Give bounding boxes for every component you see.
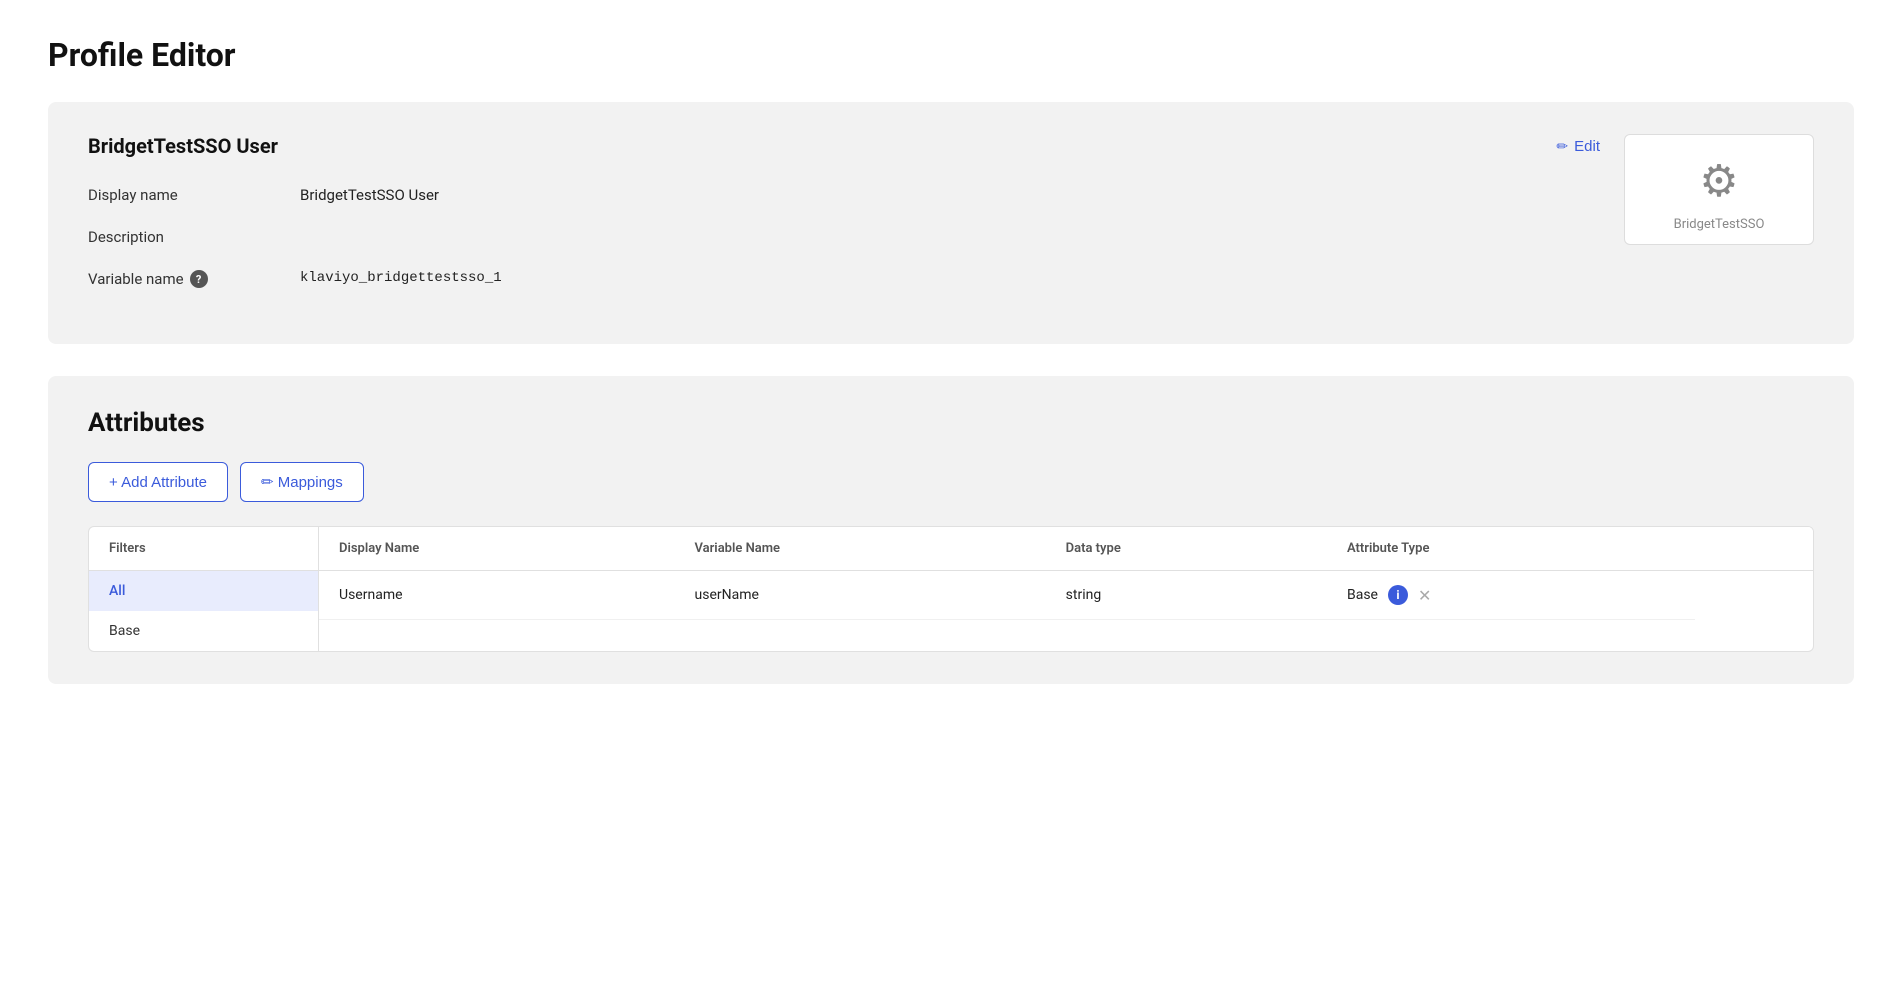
display-name-label: Display name xyxy=(88,186,268,204)
attributes-title: Attributes xyxy=(88,408,1814,438)
description-label: Description xyxy=(88,228,268,246)
col-attribute-type: Attribute Type xyxy=(1327,527,1695,571)
add-attribute-button[interactable]: + Add Attribute xyxy=(88,462,228,502)
attribute-type-value: Base xyxy=(1347,587,1378,603)
profile-header: BridgetTestSSO User ✏ Edit xyxy=(88,134,1600,158)
attribute-type-row: Base i ✕ xyxy=(1347,585,1675,605)
profile-info: BridgetTestSSO User ✏ Edit Display name … xyxy=(88,134,1600,312)
attribute-info-icon[interactable]: i xyxy=(1388,585,1408,605)
edit-button[interactable]: ✏ Edit xyxy=(1556,138,1600,155)
col-actions xyxy=(1695,527,1813,571)
table-header-row: Display Name Variable Name Data type Att… xyxy=(319,527,1813,571)
avatar-label: BridgetTestSSO xyxy=(1674,217,1765,232)
filter-panel: Filters All Base xyxy=(89,527,319,651)
variable-name-label: Variable name ? xyxy=(88,270,268,288)
mappings-button[interactable]: ✏ Mappings xyxy=(240,462,364,502)
variable-name-row: Variable name ? klaviyo_bridgettestsso_1 xyxy=(88,270,1600,288)
page-title: Profile Editor xyxy=(48,36,1854,74)
table-row: Username userName string Base i ✕ xyxy=(319,571,1813,620)
profile-avatar: ⚙ BridgetTestSSO xyxy=(1624,134,1814,245)
cell-display-name: Username xyxy=(319,571,675,620)
display-name-row: Display name BridgetTestSSO User xyxy=(88,186,1600,204)
attributes-table: Display Name Variable Name Data type Att… xyxy=(319,527,1813,620)
cell-data-type: string xyxy=(1046,571,1327,620)
attribute-remove-icon[interactable]: ✕ xyxy=(1418,586,1431,605)
edit-icon: ✏ xyxy=(1556,138,1568,155)
edit-label: Edit xyxy=(1574,138,1600,155)
filter-item-base[interactable]: Base xyxy=(89,611,318,651)
attributes-table-container: Filters All Base Display Name Variable N… xyxy=(88,526,1814,652)
col-data-type: Data type xyxy=(1046,527,1327,571)
col-display-name: Display Name xyxy=(319,527,675,571)
main-table-area: Display Name Variable Name Data type Att… xyxy=(319,527,1813,651)
col-variable-name: Variable Name xyxy=(675,527,1046,571)
cell-variable-name: userName xyxy=(675,571,1046,620)
description-row: Description xyxy=(88,228,1600,246)
profile-name: BridgetTestSSO User xyxy=(88,134,278,158)
action-buttons: + Add Attribute ✏ Mappings xyxy=(88,462,1814,502)
filter-panel-header: Filters xyxy=(89,527,318,571)
gear-icon: ⚙ xyxy=(1699,155,1738,207)
variable-name-help-icon[interactable]: ? xyxy=(190,270,208,288)
attributes-section: Attributes + Add Attribute ✏ Mappings Fi… xyxy=(48,376,1854,684)
table-layout: Filters All Base Display Name Variable N… xyxy=(89,527,1813,651)
cell-attribute-type: Base i ✕ xyxy=(1327,571,1695,620)
filter-item-all[interactable]: All xyxy=(89,571,318,611)
display-name-value: BridgetTestSSO User xyxy=(300,186,439,204)
profile-card: BridgetTestSSO User ✏ Edit Display name … xyxy=(48,102,1854,344)
variable-name-value: klaviyo_bridgettestsso_1 xyxy=(300,270,502,286)
